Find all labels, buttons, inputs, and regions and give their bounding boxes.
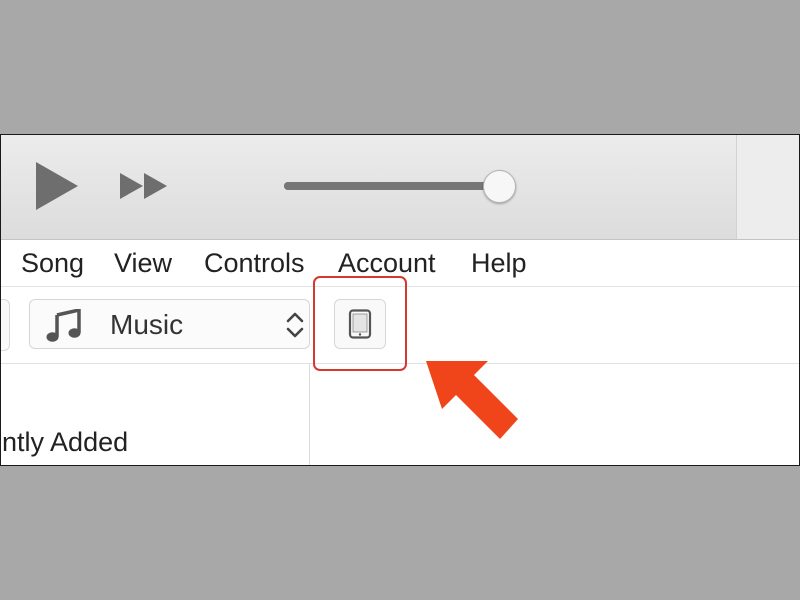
menu-song[interactable]: Song	[21, 248, 84, 278]
music-note-icon	[46, 309, 81, 342]
volume-slider-track[interactable]	[284, 182, 499, 190]
volume-slider-fill	[284, 182, 469, 190]
media-kind-label: Music	[110, 309, 184, 340]
itunes-window: Song View Controls Account Help Music en…	[0, 134, 800, 466]
menu-view[interactable]: View	[114, 248, 172, 278]
volume-slider-knob[interactable]	[483, 170, 516, 203]
library-sidebar: ently Added	[1, 364, 310, 465]
menu-account[interactable]: Account	[338, 248, 436, 278]
fast-forward-icon[interactable]	[119, 172, 169, 200]
highlight-box	[313, 276, 407, 371]
media-kind-selector[interactable]: Music	[29, 299, 310, 349]
up-down-chevron-icon	[286, 312, 304, 338]
status-display-edge	[736, 135, 799, 239]
pointer-arrow-icon	[426, 361, 518, 439]
play-icon[interactable]	[34, 160, 80, 212]
menu-help[interactable]: Help	[471, 248, 527, 278]
player-bar	[1, 135, 799, 240]
menu-controls[interactable]: Controls	[204, 248, 305, 278]
back-forward-button[interactable]	[1, 299, 10, 351]
sidebar-item-recently-added[interactable]: ently Added	[1, 427, 128, 457]
